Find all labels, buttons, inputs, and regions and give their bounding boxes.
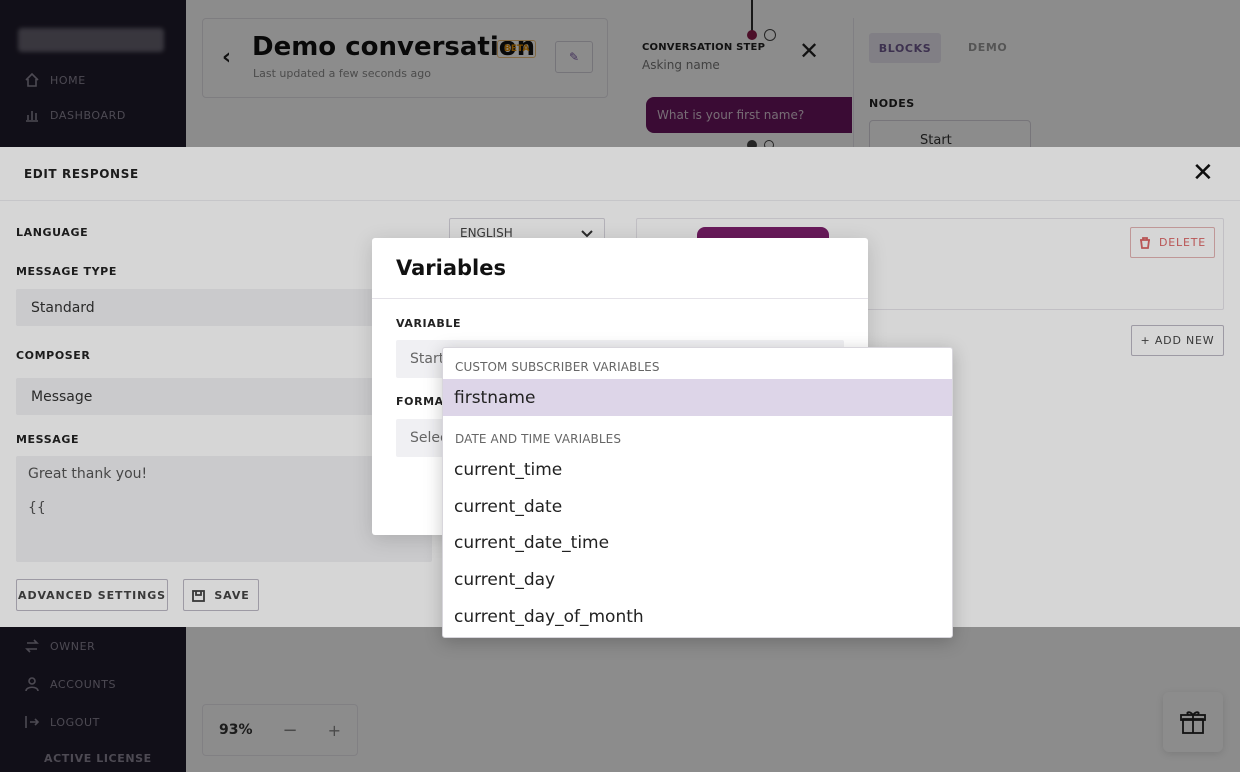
dropdown-group-label: CUSTOM SUBSCRIBER VARIABLES [455, 360, 660, 374]
dropdown-option-current-date-time[interactable]: current_date_time [443, 524, 952, 561]
dropdown-option-firstname[interactable]: firstname [443, 379, 952, 416]
dropdown-option-current-date[interactable]: current_date [443, 488, 952, 525]
divider [372, 298, 868, 299]
dropdown-group-label: DATE AND TIME VARIABLES [455, 432, 622, 446]
variable-placeholder: Start [410, 351, 445, 367]
dropdown-option-current-time[interactable]: current_time [443, 451, 952, 488]
modal-title: Variables [396, 256, 506, 280]
dropdown-option-current-day-of-month[interactable]: current_day_of_month [443, 598, 952, 635]
variable-dropdown: CUSTOM SUBSCRIBER VARIABLES firstname DA… [442, 347, 953, 638]
variable-label: VARIABLE [396, 317, 462, 330]
dropdown-option-current-day[interactable]: current_day [443, 561, 952, 598]
